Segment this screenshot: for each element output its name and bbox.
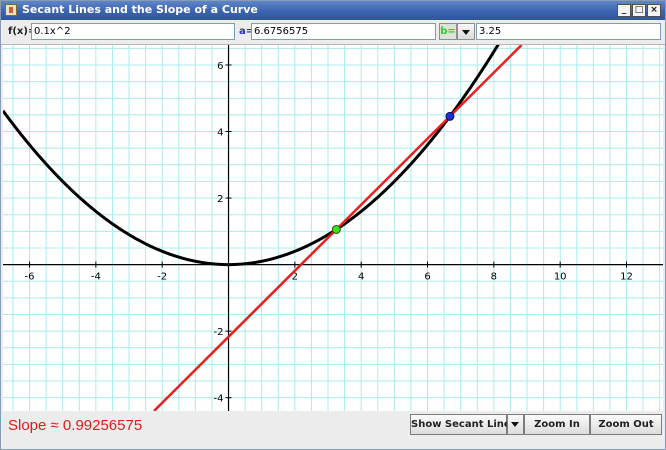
x-tick-label: -2: [157, 272, 167, 283]
zoom-in-button[interactable]: Zoom In: [524, 414, 590, 435]
minimize-button[interactable]: _: [617, 4, 631, 17]
java-app-icon: [5, 4, 17, 16]
bottom-bar: Slope ≈ 0.99256575 Show Secant Line Zoom…: [1, 411, 665, 449]
show-secant-line-button[interactable]: Show Secant Line: [410, 414, 511, 435]
y-tick-label: 4: [217, 128, 223, 139]
y-tick-label: 6: [217, 61, 223, 72]
chevron-down-icon: [462, 30, 470, 35]
point-a-marker: [445, 111, 455, 121]
b-input[interactable]: 3.25: [476, 23, 661, 40]
x-tick-label: 6: [424, 272, 430, 283]
y-tick-label: 2: [217, 194, 223, 205]
chevron-down-icon: [511, 422, 519, 427]
y-tick-label: -2: [214, 327, 224, 338]
b-dropdown-button[interactable]: [457, 23, 475, 40]
close-button[interactable]: ×: [647, 4, 661, 17]
slope-readout: Slope ≈ 0.99256575: [8, 417, 143, 434]
input-toolbar: f(x)= 0.1x^2 a= 6.6756575 b= 3.25: [1, 20, 665, 45]
b-label: b=: [439, 23, 457, 40]
graph-plot: -6 -4 -2 2 4 6 8 10 12-4-2246: [1, 17, 663, 412]
x-tick-label: 10: [554, 272, 567, 283]
fx-input[interactable]: 0.1x^2: [31, 23, 235, 40]
x-tick-label: 8: [491, 272, 497, 283]
window-title: Secant Lines and the Slope of a Curve: [22, 3, 258, 16]
title-bar[interactable]: Secant Lines and the Slope of a Curve _ …: [1, 1, 665, 20]
y-tick-label: -4: [214, 394, 224, 405]
point-b-marker: [331, 224, 341, 234]
x-tick-label: 12: [620, 272, 633, 283]
x-tick-label: -4: [91, 272, 101, 283]
a-input[interactable]: 6.6756575: [251, 23, 436, 40]
maximize-button[interactable]: □: [632, 4, 646, 17]
show-secant-dropdown-button[interactable]: [507, 414, 524, 435]
app-window: Secant Lines and the Slope of a Curve _ …: [0, 0, 666, 450]
zoom-out-button[interactable]: Zoom Out: [590, 414, 662, 435]
x-tick-label: 4: [358, 272, 364, 283]
x-tick-label: -6: [25, 272, 35, 283]
graph-area[interactable]: -6 -4 -2 2 4 6 8 10 12 -4 -2 2 4 6: [1, 17, 663, 412]
